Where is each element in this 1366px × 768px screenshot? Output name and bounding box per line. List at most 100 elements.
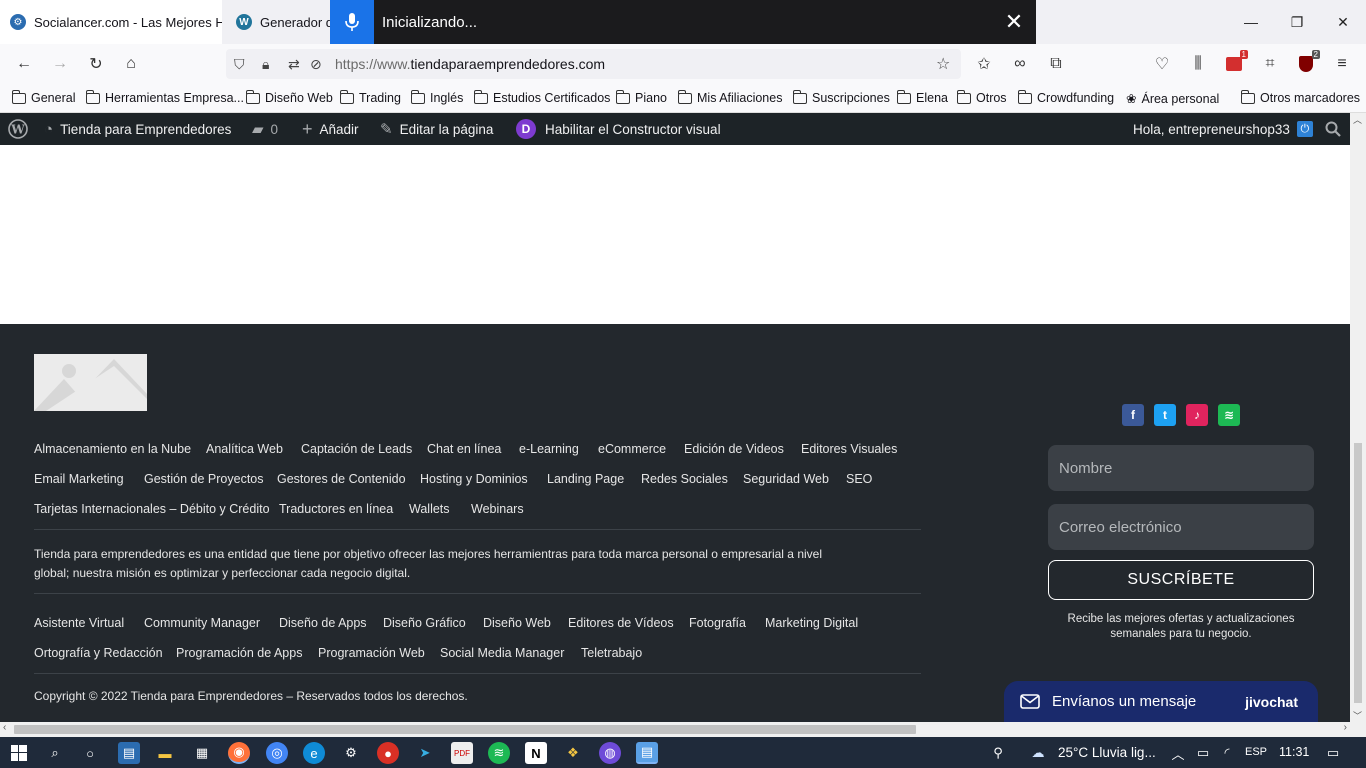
bookmark-star-icon[interactable]: ☆ <box>936 54 950 74</box>
microphone-icon[interactable] <box>330 0 374 44</box>
footer-link[interactable]: Redes Sociales <box>641 472 728 486</box>
footer-link[interactable]: e-Learning <box>519 442 579 456</box>
bookmark-folder[interactable]: Otros <box>957 89 1007 105</box>
wordpress-logo-icon[interactable]: W <box>8 113 28 145</box>
footer-link[interactable]: Analítica Web <box>206 442 283 456</box>
footer-link[interactable]: Tarjetas Internacionales – Débito y Créd… <box>34 502 270 516</box>
permissions-icon[interactable]: ⇄ <box>288 56 300 73</box>
footer-link[interactable]: Teletrabajo <box>581 646 642 660</box>
bookmark-folder[interactable]: Diseño Web <box>246 89 333 105</box>
wp-add-new[interactable]: + Añadir <box>302 113 359 145</box>
horizontal-scrollbar[interactable]: ‹ › <box>0 722 1350 737</box>
scroll-up-icon[interactable]: ︿ <box>1353 113 1362 126</box>
footer-link[interactable]: Almacenamiento en la Nube <box>34 442 191 456</box>
windows-start-icon[interactable] <box>8 742 30 764</box>
pdf-icon[interactable]: PDF <box>451 742 473 764</box>
bookmark-folder[interactable]: Mis Afiliaciones <box>678 89 782 105</box>
wp-edit-page[interactable]: ✎ Editar la página <box>380 113 493 145</box>
chevron-up-icon[interactable]: ︿ <box>1167 742 1189 764</box>
footer-link[interactable]: Marketing Digital <box>765 616 858 630</box>
minimize-icon[interactable]: — <box>1228 0 1274 44</box>
footer-link[interactable]: Community Manager <box>144 616 260 630</box>
mask-icon[interactable]: ∞ <box>1006 50 1034 78</box>
bookmark-folder[interactable]: Herramientas Empresa... <box>86 89 244 105</box>
wp-user-account[interactable]: Hola, entrepreneurshop33 ⏻ <box>1133 113 1313 145</box>
extensions-icon[interactable]: ⧉ <box>1042 50 1070 78</box>
file-explorer-icon[interactable]: ▬ <box>154 742 176 764</box>
tiktok-icon[interactable]: ♪ <box>1186 404 1208 426</box>
wifi-icon[interactable]: ◜ <box>1216 742 1238 764</box>
bookmark-folder[interactable]: Crowdfunding <box>1018 89 1114 105</box>
home-icon[interactable]: ⌂ <box>117 50 145 78</box>
mic-blocked-icon[interactable]: ⊘ <box>310 56 322 73</box>
footer-link[interactable]: Gestores de Contenido <box>277 472 406 486</box>
bookmark-folder[interactable]: Elena <box>897 89 948 105</box>
calculator-icon[interactable]: ▦ <box>191 742 213 764</box>
search-icon[interactable] <box>1325 113 1341 145</box>
notion-icon[interactable]: N <box>525 742 547 764</box>
wp-divi-builder[interactable]: D Habilitar el Constructor visual <box>516 113 721 145</box>
firefox-icon[interactable]: ◉ <box>228 742 250 764</box>
footer-link[interactable]: Programación Web <box>318 646 425 660</box>
url-text[interactable]: https://www.tiendaparaemprendedores.com <box>335 56 605 72</box>
shield-icon[interactable]: ⛉ <box>234 56 245 73</box>
subscribe-button[interactable]: SUSCRÍBETE <box>1048 560 1314 600</box>
library-icon[interactable]: ⫼ <box>1184 50 1212 78</box>
store-icon[interactable]: ▤ <box>118 742 140 764</box>
back-icon[interactable]: ← <box>10 50 38 78</box>
scroll-down-icon[interactable]: ﹀ <box>1353 709 1362 722</box>
footer-link[interactable]: Diseño Gráfico <box>383 616 466 630</box>
notifications-icon[interactable]: ▭ <box>1322 742 1344 764</box>
forward-icon[interactable]: → <box>46 50 74 78</box>
wp-comments[interactable]: ▰ 0 <box>252 113 278 145</box>
cortana-icon[interactable]: ○ <box>79 742 101 764</box>
facebook-icon[interactable]: f <box>1122 404 1144 426</box>
footer-link[interactable]: Edición de Videos <box>684 442 784 456</box>
address-bar[interactable]: ⛉ 🔒︎ ⇄ ⊘ https://www.tiendaparaemprended… <box>226 49 961 79</box>
search-icon[interactable]: ⌕ <box>44 742 66 764</box>
tor-icon[interactable]: ◍ <box>599 742 621 764</box>
wp-site-name[interactable]: ◔ Tienda para Emprendedores <box>44 113 231 145</box>
email-input[interactable]: Correo electrónico <box>1048 504 1314 550</box>
crop-icon[interactable]: ⌗ <box>1256 50 1284 78</box>
footer-link[interactable]: Traductores en línea <box>279 502 393 516</box>
footer-link[interactable]: Diseño Web <box>483 616 551 630</box>
scroll-right-icon[interactable]: › <box>1344 722 1347 733</box>
footer-link[interactable]: Captación de Leads <box>301 442 412 456</box>
screen-recorder-icon[interactable]: ● <box>377 742 399 764</box>
bookmark-folder[interactable]: Trading <box>340 89 401 105</box>
chat-widget[interactable]: Envíanos un mensaje jivochat <box>1004 681 1318 722</box>
extension-red-icon[interactable]: 1 <box>1220 50 1248 78</box>
people-icon[interactable]: ⚲ <box>987 742 1009 764</box>
footer-link[interactable]: Gestión de Proyectos <box>144 472 264 486</box>
footer-link[interactable]: Wallets <box>409 502 450 516</box>
collections-icon[interactable]: ✩ <box>970 50 998 78</box>
footer-link[interactable]: Editores de Vídeos <box>568 616 674 630</box>
name-input[interactable]: Nombre <box>1048 445 1314 491</box>
bookmark-folder[interactable]: Otros marcadores <box>1241 89 1360 105</box>
language-indicator[interactable]: ESP <box>1245 746 1267 758</box>
footer-link[interactable]: Seguridad Web <box>743 472 829 486</box>
footer-link[interactable]: SEO <box>846 472 872 486</box>
menu-icon[interactable]: ≡ <box>1328 50 1356 78</box>
footer-link[interactable]: Asistente Virtual <box>34 616 124 630</box>
footer-link[interactable]: Editores Visuales <box>801 442 897 456</box>
pocket-icon[interactable]: ♡ <box>1148 50 1176 78</box>
footer-link[interactable]: Chat en línea <box>427 442 501 456</box>
vpn-icon[interactable]: ❖ <box>562 742 584 764</box>
settings-gear-icon[interactable]: ⚙ <box>340 742 362 764</box>
lock-icon[interactable]: 🔒︎ <box>262 56 269 73</box>
scroll-left-icon[interactable]: ‹ <box>3 722 6 733</box>
close-voice-icon[interactable]: ✕ <box>992 9 1036 35</box>
twitter-icon[interactable]: t <box>1154 404 1176 426</box>
footer-link[interactable]: Email Marketing <box>34 472 124 486</box>
footer-link[interactable]: Hosting y Dominios <box>420 472 528 486</box>
footer-link[interactable]: Webinars <box>471 502 524 516</box>
reload-icon[interactable]: ↻ <box>82 50 110 78</box>
vertical-scroll-thumb[interactable] <box>1354 443 1362 703</box>
footer-link[interactable]: Programación de Apps <box>176 646 302 660</box>
clock[interactable]: 11:31 <box>1279 745 1309 759</box>
notepad-icon[interactable]: ▤ <box>636 742 658 764</box>
footer-link[interactable]: Landing Page <box>547 472 624 486</box>
ublock-icon[interactable]: 2 <box>1292 50 1320 78</box>
